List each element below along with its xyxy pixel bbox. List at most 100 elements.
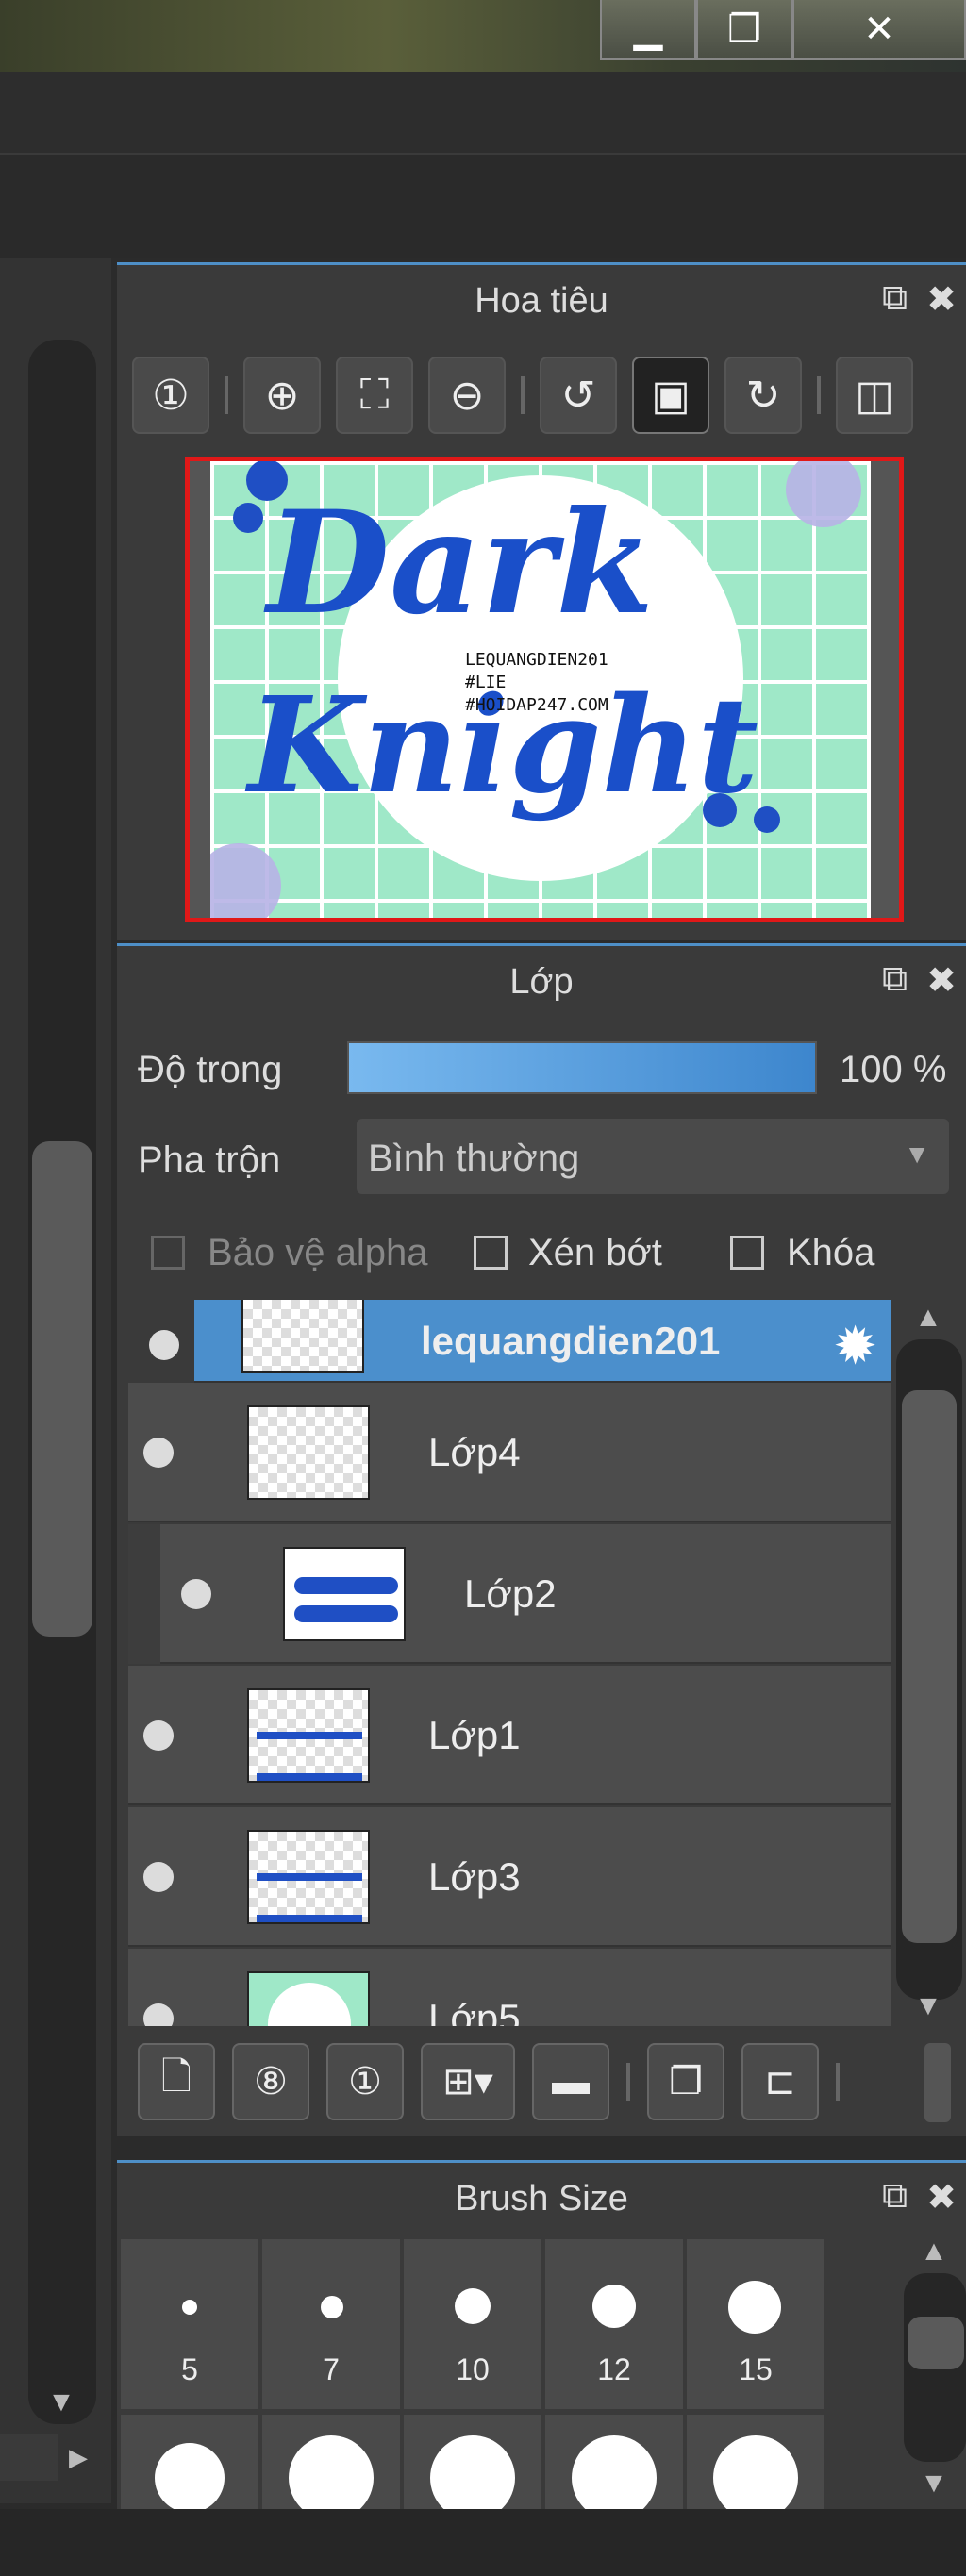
lock-checkbox[interactable] <box>730 1236 764 1270</box>
layer-name: Lớp5 <box>428 1996 521 2026</box>
popout-icon[interactable]: ⧉ <box>882 2176 908 2219</box>
fit-screen-icon: ⛶ <box>359 372 390 418</box>
brush-size-cell[interactable] <box>121 2415 258 2509</box>
brush-dot <box>455 2288 491 2324</box>
layer-row-selected[interactable]: lequangdien201 ✹ <box>149 1300 891 1383</box>
flip-horizontal-button[interactable]: ◫ <box>836 357 913 434</box>
rotate-right-icon: ↻ <box>745 372 781 419</box>
scroll-down-icon[interactable]: ▼ <box>909 1990 947 2022</box>
hscroll-track[interactable] <box>0 2434 58 2481</box>
layer-name: lequangdien201 <box>421 1319 721 1363</box>
close-panel-icon[interactable]: ✖ <box>926 2176 957 2219</box>
visibility-eye-icon[interactable] <box>181 1579 211 1609</box>
close-panel-icon[interactable]: ✖ <box>926 959 957 1002</box>
scroll-up-icon[interactable]: ▲ <box>909 1302 947 1334</box>
zoom-out-button[interactable]: ⊖ <box>428 357 506 434</box>
visibility-eye-icon[interactable] <box>143 1862 174 1892</box>
new-layer-button[interactable]: 🗋 <box>138 2043 215 2120</box>
maximize-icon: ❐ <box>727 8 761 50</box>
brush-size-value: 7 <box>323 2352 340 2386</box>
brush-size-cell[interactable]: 12 <box>545 2239 683 2409</box>
separator <box>817 376 821 414</box>
protect-alpha-checkbox[interactable] <box>151 1236 185 1270</box>
brush-dot <box>182 2300 197 2315</box>
brush-size-cell[interactable]: 7 <box>262 2239 400 2409</box>
close-window-button[interactable]: ✕ <box>792 0 966 60</box>
new-1bit-layer-button[interactable]: ① <box>326 2043 404 2120</box>
scroll-down-icon[interactable]: ▼ <box>915 2468 953 2500</box>
navigator-header: Hoa tiêu ⧉ ✖ <box>117 265 966 337</box>
scroll-down-icon[interactable]: ▼ <box>38 2386 85 2418</box>
blend-mode-select[interactable]: Bình thường ▼ <box>357 1119 949 1194</box>
protect-alpha-label: Bảo vệ alpha <box>208 1232 428 1273</box>
merge-layer-button[interactable]: ⊏ <box>741 2043 819 2120</box>
visibility-eye-icon[interactable] <box>143 1438 174 1468</box>
layer-row[interactable]: Lớp2 <box>128 1524 891 1664</box>
brush-dot <box>155 2443 225 2509</box>
layer-settings-gear-icon[interactable]: ✹ <box>833 1315 877 1377</box>
fit-screen-button[interactable]: ⛶ <box>336 357 413 434</box>
layer-list-scroll-thumb[interactable] <box>902 1390 957 1943</box>
navigator-title: Hoa tiêu <box>475 280 608 321</box>
layer-thumbnail <box>247 1688 370 1783</box>
maximize-button[interactable]: ❐ <box>696 0 792 60</box>
popout-icon[interactable]: ⧉ <box>882 278 908 321</box>
brush-size-cell[interactable] <box>404 2415 541 2509</box>
opacity-label: Độ trong <box>138 1049 283 1090</box>
reset-rotation-button[interactable]: ▣ <box>632 357 709 434</box>
artwork-credit-3: #HOIDAP247.COM <box>465 695 608 715</box>
clipping-label: Xén bớt <box>528 1232 662 1273</box>
brush-size-cell[interactable]: 5 <box>121 2239 258 2409</box>
layer-row[interactable]: Lớp5 <box>128 1949 891 2026</box>
layer-thumbnail <box>247 1830 370 1924</box>
rotate-left-icon: ↺ <box>560 372 596 419</box>
scroll-up-icon[interactable]: ▲ <box>915 2235 953 2268</box>
brush-dot <box>321 2296 343 2318</box>
canvas-scroll-thumb[interactable] <box>32 1141 92 1637</box>
brush-size-cell[interactable] <box>545 2415 683 2509</box>
layer-row[interactable]: Lớp1 <box>128 1666 891 1805</box>
brush-dot <box>713 2435 798 2509</box>
duplicate-layer-button[interactable]: ❐ <box>647 2043 724 2120</box>
brush-scroll-thumb[interactable] <box>908 2317 964 2369</box>
opacity-slider[interactable] <box>347 1041 817 1094</box>
zoom-in-icon: ⊕ <box>264 372 300 419</box>
visibility-eye-icon[interactable] <box>143 1720 174 1751</box>
lock-label: Khóa <box>787 1232 875 1273</box>
zoom-actual-icon: ① <box>152 372 190 419</box>
popout-icon[interactable]: ⧉ <box>882 959 908 1002</box>
layer-name: Lớp2 <box>464 1571 557 1616</box>
brush-dot <box>572 2435 657 2509</box>
separator <box>836 2063 840 2101</box>
layer-toolbar-overflow[interactable] <box>924 2043 951 2122</box>
brush-size-grid: 5 7 10 12 15 <box>117 2235 834 2509</box>
merge-icon: ⊏ <box>764 2061 796 2102</box>
zoom-in-button[interactable]: ⊕ <box>243 357 321 434</box>
brush-size-cell[interactable]: 15 <box>687 2239 824 2409</box>
layer-row[interactable]: Lớp4 <box>128 1383 891 1522</box>
minimize-button[interactable]: ▁ <box>600 0 696 60</box>
layer-row[interactable]: Lớp3 <box>128 1807 891 1947</box>
layer-name: Lớp3 <box>428 1854 521 1899</box>
opacity-value: 100 % <box>840 1049 947 1090</box>
clipping-indicator <box>128 1524 160 1664</box>
scroll-right-icon[interactable]: ▶ <box>64 2443 92 2472</box>
rotate-left-button[interactable]: ↺ <box>540 357 617 434</box>
layer-1bit-icon: ① <box>348 2061 382 2102</box>
folder-icon: ▬ <box>552 2060 590 2102</box>
navigator-preview[interactable]: Dark Knight LEQUANGDIEN201 #LIE #HOIDAP2… <box>185 457 904 922</box>
zoom-actual-button[interactable]: ① <box>132 357 209 434</box>
close-panel-icon[interactable]: ✖ <box>926 278 957 321</box>
toolbar <box>0 155 966 258</box>
visibility-eye-icon[interactable] <box>143 2003 174 2026</box>
new-folder-button[interactable]: ▬ <box>532 2043 609 2120</box>
clipping-checkbox[interactable] <box>474 1236 508 1270</box>
visibility-eye-icon[interactable] <box>149 1330 179 1360</box>
rotate-right-button[interactable]: ↻ <box>724 357 802 434</box>
blend-mode-label: Pha trộn <box>138 1139 281 1181</box>
brush-size-cell[interactable] <box>262 2415 400 2509</box>
brush-size-cell[interactable]: 10 <box>404 2239 541 2409</box>
brush-size-cell[interactable] <box>687 2415 824 2509</box>
new-8bit-layer-button[interactable]: ⑧ <box>232 2043 309 2120</box>
add-layer-dropdown-button[interactable]: ⊞▾ <box>421 2043 515 2120</box>
